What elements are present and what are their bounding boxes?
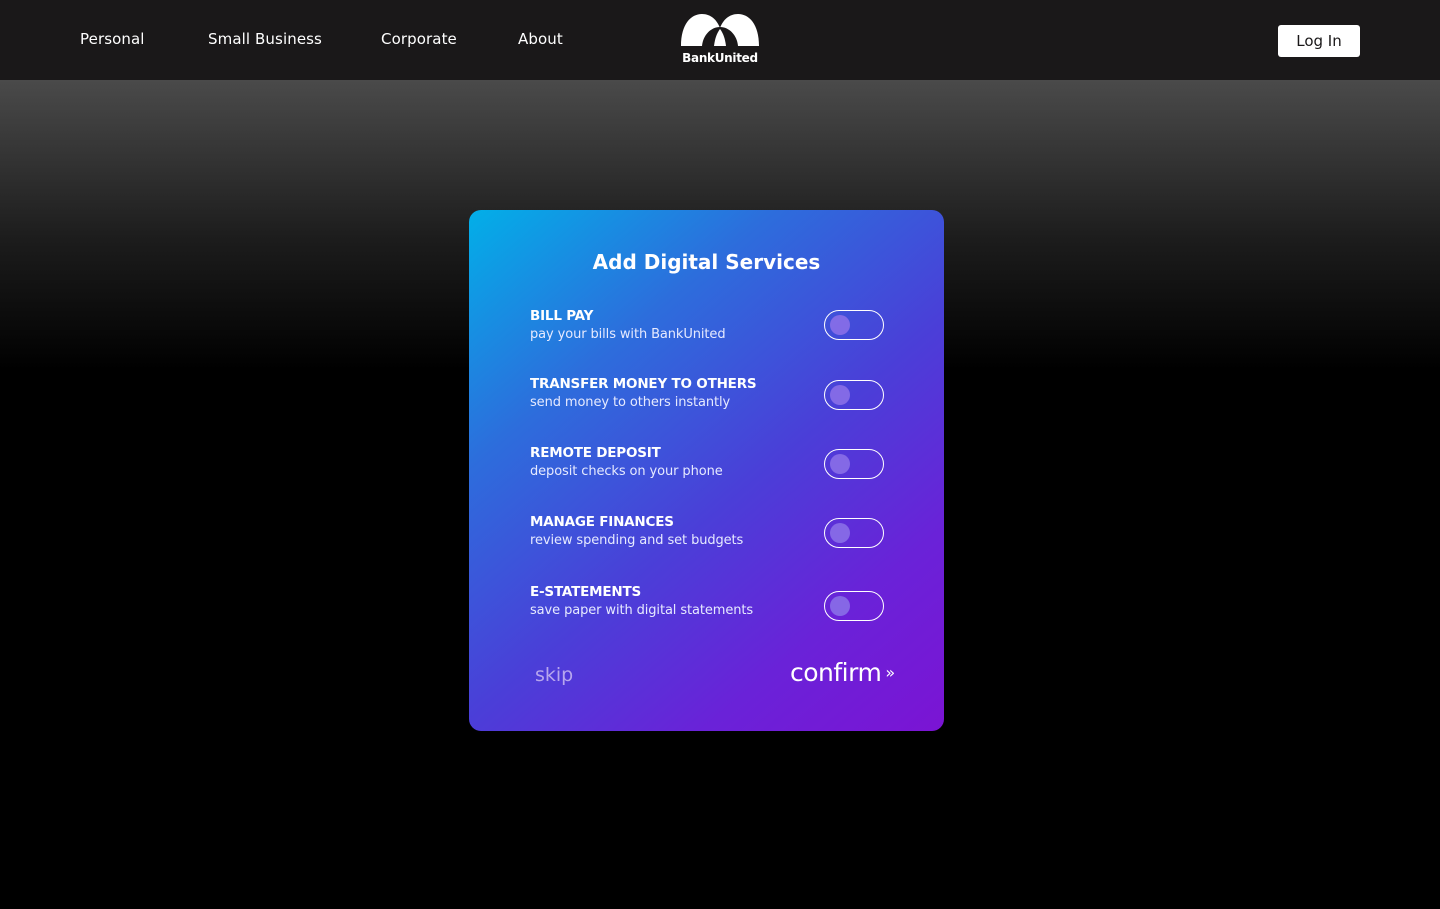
top-navbar: Personal Small Business Corporate About …	[0, 0, 1440, 80]
remote-deposit-toggle[interactable]	[824, 449, 884, 479]
confirm-label: confirm	[790, 658, 882, 687]
e-statements-toggle[interactable]	[824, 591, 884, 621]
service-description: save paper with digital statements	[530, 603, 754, 618]
bill-pay-toggle[interactable]	[824, 310, 884, 340]
service-description: pay your bills with BankUnited	[530, 327, 726, 342]
nav-link-small-business[interactable]: Small Business	[208, 30, 322, 48]
service-title: REMOTE DEPOSIT	[530, 445, 661, 461]
service-row-remote-deposit: REMOTE DEPOSIT deposit checks on your ph…	[530, 445, 885, 485]
nav-link-about[interactable]: About	[518, 30, 563, 48]
service-description: send money to others instantly	[530, 395, 731, 410]
service-row-bill-pay: BILL PAY pay your bills with BankUnited	[530, 308, 885, 348]
nav-link-personal[interactable]: Personal	[80, 30, 145, 48]
toggle-knob	[830, 385, 850, 405]
service-row-transfer-money: TRANSFER MONEY TO OTHERS send money to o…	[530, 376, 885, 416]
card-title: Add Digital Services	[592, 250, 821, 274]
toggle-knob	[830, 315, 850, 335]
service-title: BILL PAY	[530, 308, 594, 324]
service-row-e-statements: E-STATEMENTS save paper with digital sta…	[530, 584, 885, 624]
logo-wordmark: BankUnited	[682, 51, 758, 65]
login-button[interactable]: Log In	[1278, 25, 1360, 57]
nav-link-corporate[interactable]: Corporate	[381, 30, 457, 48]
confirm-button[interactable]: confirm»	[790, 658, 895, 687]
service-description: deposit checks on your phone	[530, 464, 723, 479]
service-title: TRANSFER MONEY TO OTHERS	[530, 376, 757, 392]
double-chevron-right-icon: »	[885, 662, 895, 682]
toggle-knob	[830, 596, 850, 616]
service-title: MANAGE FINANCES	[530, 514, 674, 530]
manage-finances-toggle[interactable]	[824, 518, 884, 548]
skip-button[interactable]: skip	[535, 664, 573, 686]
digital-services-card: Add Digital Services BILL PAY pay your b…	[469, 210, 944, 731]
bankunited-logo[interactable]: BankUnited	[680, 14, 760, 68]
toggle-knob	[830, 454, 850, 474]
service-description: review spending and set budgets	[530, 533, 744, 548]
transfer-money-toggle[interactable]	[824, 380, 884, 410]
toggle-knob	[830, 523, 850, 543]
service-title: E-STATEMENTS	[530, 584, 642, 600]
service-row-manage-finances: MANAGE FINANCES review spending and set …	[530, 514, 885, 554]
bank-arch-logo-icon	[681, 14, 759, 46]
